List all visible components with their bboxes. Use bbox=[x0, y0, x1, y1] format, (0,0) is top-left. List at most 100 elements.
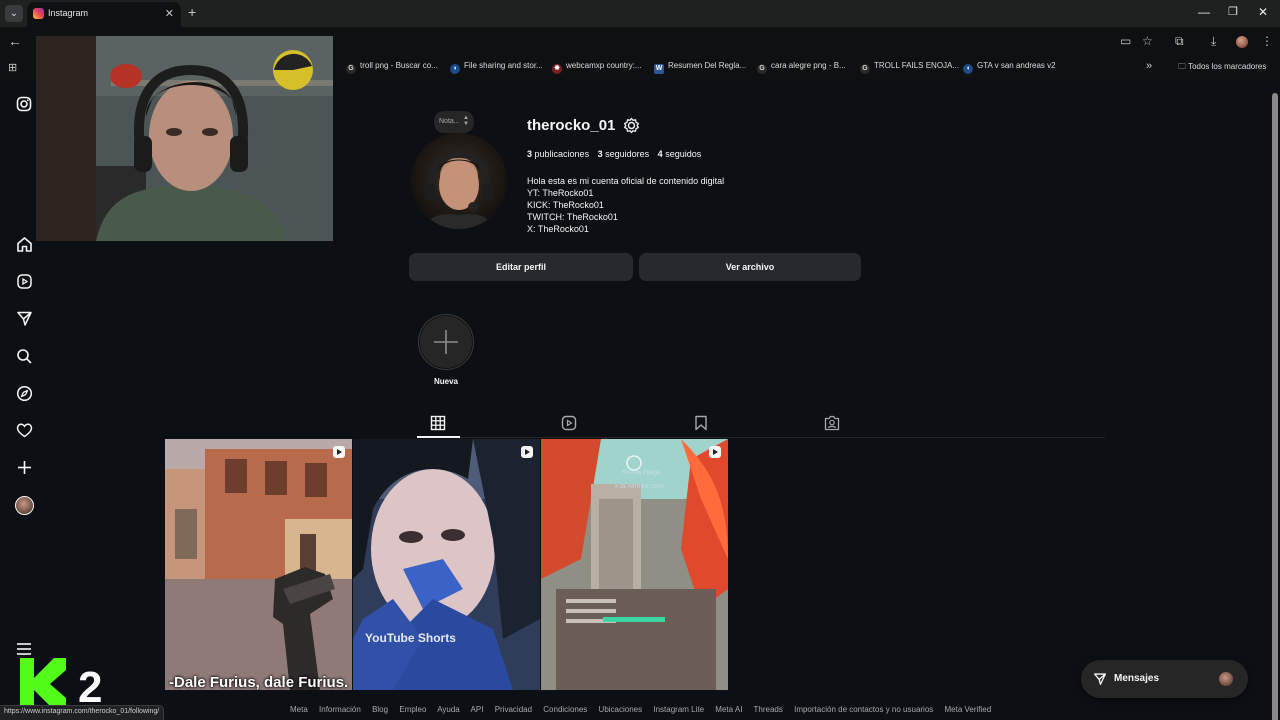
new-highlight-button[interactable] bbox=[418, 314, 474, 370]
footer-link[interactable]: Meta AI bbox=[715, 705, 742, 714]
all-bookmarks-folder[interactable]: 🗀 Todos los marcadores bbox=[1178, 61, 1266, 75]
create-plus-icon[interactable] bbox=[14, 457, 34, 477]
browser-profile-avatar[interactable] bbox=[1236, 36, 1248, 48]
posts-count: 3 publicaciones bbox=[527, 149, 590, 159]
bookmark-item[interactable]: ✸ webcamxp country:... bbox=[552, 61, 642, 74]
bookmark-item[interactable]: Gcara alegre png - B... bbox=[757, 61, 846, 74]
footer-link[interactable]: Instagram Lite bbox=[653, 705, 704, 714]
footer-links: Meta Información Blog Empleo Ayuda API P… bbox=[290, 705, 1000, 714]
following-link[interactable]: 4 seguidos bbox=[658, 149, 702, 159]
footer-link[interactable]: Empleo bbox=[399, 705, 426, 714]
note-bubble[interactable]: Nota... ▲ ▼ bbox=[434, 111, 474, 133]
message-contact-avatar bbox=[1219, 672, 1233, 686]
bookmark-item[interactable]: ◖ File sharing and stor... bbox=[450, 61, 543, 74]
extensions-icon[interactable]: ⧉ bbox=[1175, 34, 1184, 49]
home-icon[interactable] bbox=[14, 234, 34, 254]
profile-avatar-icon[interactable] bbox=[14, 495, 34, 515]
bookmark-item[interactable]: Gtroll png - Buscar co... bbox=[346, 61, 438, 74]
more-bookmarks-icon[interactable]: » bbox=[1146, 60, 1152, 72]
scrollbar-thumb[interactable] bbox=[1272, 93, 1278, 720]
google-icon: G bbox=[346, 64, 356, 74]
instagram-logo-icon[interactable] bbox=[14, 94, 34, 114]
footer-link[interactable]: Threads bbox=[754, 705, 783, 714]
footer-link[interactable]: Información bbox=[319, 705, 361, 714]
profile-picture[interactable] bbox=[411, 133, 507, 229]
footer-link[interactable]: Importación de contactos y no usuarios bbox=[794, 705, 933, 714]
post-thumbnail[interactable]: Yoru de Fuego X DE PATRICK LISTA bbox=[541, 439, 728, 690]
messages-icon[interactable] bbox=[14, 308, 34, 328]
active-tab-indicator bbox=[417, 436, 460, 438]
messages-label: Mensajes bbox=[1114, 673, 1160, 684]
tab-search-button[interactable]: ⌄ bbox=[5, 5, 23, 22]
messages-button[interactable]: Mensajes bbox=[1081, 660, 1248, 698]
bio-line: X: TheRocko01 bbox=[527, 224, 589, 234]
channel-k2-logo: 2 bbox=[20, 658, 110, 712]
bio-line: KICK: TheRocko01 bbox=[527, 200, 604, 210]
youtube-shorts-watermark: YouTube Shorts bbox=[365, 631, 456, 645]
footer-link[interactable]: Privacidad bbox=[495, 705, 532, 714]
instagram-favicon-icon bbox=[33, 8, 44, 19]
footer-link[interactable]: Meta Verified bbox=[945, 705, 992, 714]
reel-icon bbox=[521, 446, 533, 458]
more-menu-hamburger-icon[interactable] bbox=[14, 639, 34, 659]
bio-line: Hola esta es mi cuenta oficial de conten… bbox=[527, 176, 725, 186]
footer-link[interactable]: API bbox=[471, 705, 484, 714]
tab-posts-grid-icon[interactable] bbox=[430, 415, 446, 431]
footer-link[interactable]: Ayuda bbox=[437, 705, 460, 714]
reels-icon[interactable] bbox=[14, 271, 34, 291]
search-icon[interactable] bbox=[14, 346, 34, 366]
tab-title: Instagram bbox=[48, 8, 89, 18]
restore-icon[interactable]: ❐ bbox=[1228, 5, 1238, 18]
bookmark-item[interactable]: ◖ GTA v san andreas v2 bbox=[963, 61, 1056, 74]
mediafire-icon: ◖ bbox=[963, 64, 973, 74]
explore-compass-icon[interactable] bbox=[14, 383, 34, 403]
new-highlight-label: Nueva bbox=[433, 377, 458, 386]
close-tab-icon[interactable]: ✕ bbox=[165, 7, 174, 20]
footer-link[interactable]: Ubicaciones bbox=[599, 705, 643, 714]
footer-link[interactable]: Meta bbox=[290, 705, 308, 714]
post-thumbnail[interactable] bbox=[165, 439, 352, 690]
google-icon: G bbox=[860, 64, 870, 74]
tab-saved-bookmark-icon[interactable] bbox=[693, 415, 709, 431]
word-icon: W bbox=[654, 64, 664, 74]
minimize-icon[interactable]: — bbox=[1198, 5, 1210, 19]
close-window-icon[interactable]: ✕ bbox=[1258, 5, 1268, 19]
game-overlay-subtext: X DE PATRICK LISTA bbox=[615, 484, 664, 490]
tab-tagged-icon[interactable] bbox=[824, 415, 840, 431]
post-thumbnail[interactable]: YouTube Shorts bbox=[353, 439, 540, 690]
browser-tab-instagram[interactable]: Instagram ✕ bbox=[27, 2, 181, 27]
back-arrow-icon[interactable]: ← bbox=[8, 33, 22, 49]
tab-reels-icon[interactable] bbox=[561, 415, 577, 431]
shodan-icon: ✸ bbox=[552, 64, 562, 74]
download-icon[interactable]: ⤓ bbox=[1211, 34, 1216, 49]
bio-line: TWITCH: TheRocko01 bbox=[527, 212, 618, 222]
view-archive-button[interactable]: Ver archivo bbox=[639, 253, 861, 281]
bookmark-item[interactable]: W Resumen Del Regla... bbox=[654, 61, 746, 74]
notifications-heart-icon[interactable] bbox=[14, 420, 34, 440]
footer-link[interactable]: Blog bbox=[372, 705, 388, 714]
reel-icon bbox=[333, 446, 345, 458]
more-menu-icon[interactable]: ⋮ bbox=[1261, 34, 1273, 48]
settings-gear-icon[interactable] bbox=[623, 117, 640, 139]
status-bar-url: https://www.instagram.com/therocko_01/fo… bbox=[0, 705, 165, 720]
browser-tab-strip: ⌄ Instagram ✕ + — ❐ ✕ bbox=[0, 0, 1280, 27]
edit-profile-button[interactable]: Editar perfil bbox=[409, 253, 633, 281]
footer-link[interactable]: Condiciones bbox=[543, 705, 587, 714]
reel-icon bbox=[709, 446, 721, 458]
note-arrows-icon: ▲ ▼ bbox=[463, 115, 469, 127]
cast-icon[interactable]: ▭ bbox=[1120, 34, 1131, 48]
star-bookmark-icon[interactable]: ☆ bbox=[1142, 34, 1153, 48]
plus-icon bbox=[420, 316, 472, 368]
video-subtitle: -Dale Furius, dale Furius. bbox=[169, 674, 349, 691]
webcam-overlay bbox=[36, 36, 333, 241]
bio-line: YT: TheRocko01 bbox=[527, 188, 594, 198]
screen: ⌄ Instagram ✕ + — ❐ ✕ ← ▭ ☆ ⧉ ⤓ ⋮ ⊞ Gtro… bbox=[0, 0, 1280, 720]
apps-grid-icon[interactable]: ⊞ bbox=[8, 61, 17, 74]
new-tab-button[interactable]: + bbox=[188, 4, 196, 20]
profile-bio: Hola esta es mi cuenta oficial de conten… bbox=[527, 175, 724, 235]
bookmark-item[interactable]: G TROLL FAILS ENOJA... bbox=[860, 61, 959, 74]
game-overlay-text: Yoru de Fuego bbox=[621, 470, 661, 476]
page-scrollbar[interactable] bbox=[1270, 79, 1280, 720]
followers-link[interactable]: 3 seguidores bbox=[598, 149, 650, 159]
messages-send-icon bbox=[1093, 672, 1107, 691]
